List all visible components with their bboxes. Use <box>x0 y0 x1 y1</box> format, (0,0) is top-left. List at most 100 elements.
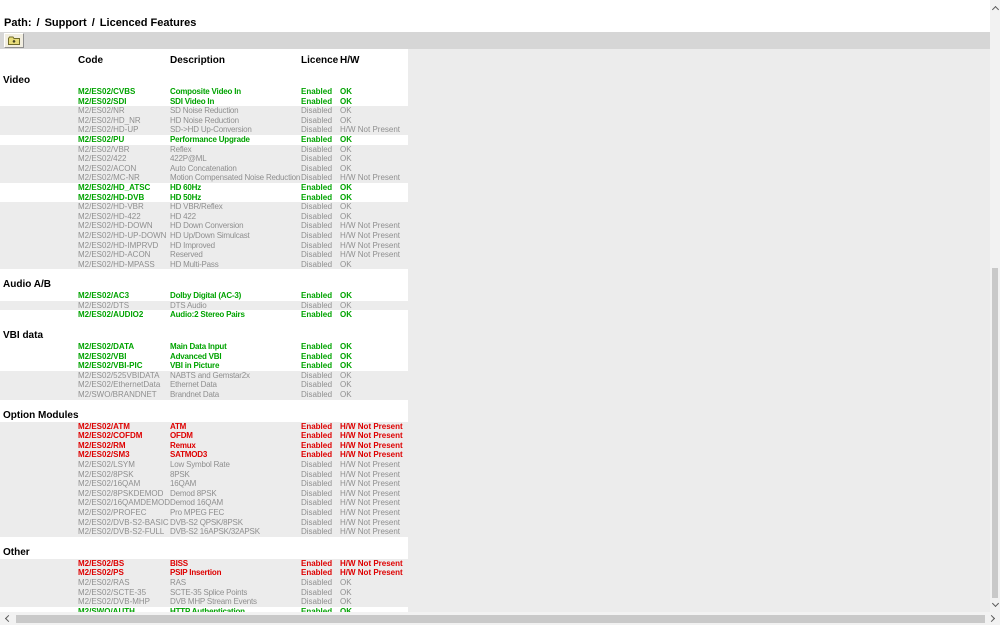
cell-lic: Disabled <box>301 527 332 537</box>
cell-code: M2/ES02/422 <box>78 154 126 164</box>
vertical-scrollbar[interactable] <box>990 0 1000 612</box>
cell-lic: Enabled <box>301 183 332 193</box>
header-licence: Licence <box>301 55 338 66</box>
breadcrumb-separator: / <box>92 17 95 29</box>
cell-hw: OK <box>340 380 352 390</box>
scroll-left-icon[interactable] <box>5 615 12 622</box>
cell-hw: OK <box>340 87 352 97</box>
cell-lic: Disabled <box>301 597 332 607</box>
cell-code: M2/ES02/EthernetData <box>78 380 160 390</box>
breadcrumb-item-support[interactable]: Support <box>45 17 87 29</box>
cell-desc: 422P@ML <box>170 154 207 164</box>
cell-hw: OK <box>340 202 352 212</box>
scroll-up-icon[interactable] <box>992 6 999 13</box>
cell-desc: Reflex <box>170 145 191 155</box>
cell-code: M2/ES02/HD-DVB <box>78 193 144 203</box>
features-table: Code Description Licence H/W VideoM2/ES0… <box>0 49 408 616</box>
cell-desc: HD 422 <box>170 212 196 222</box>
cell-code: M2/ES02/HD-VBR <box>78 202 144 212</box>
cell-desc: Motion Compensated Noise Reduction <box>170 173 300 183</box>
cell-desc: Ethernet Data <box>170 380 217 390</box>
cell-hw: OK <box>340 588 352 598</box>
table-row: M2/ES02/DVB-S2-BASICDVB-S2 QPSK/8PSKDisa… <box>0 518 408 528</box>
cell-lic: Disabled <box>301 202 332 212</box>
cell-code: M2/ES02/PU <box>78 135 124 145</box>
horizontal-scrollbar[interactable] <box>0 612 1000 625</box>
cell-desc: Auto Concatenation <box>170 164 237 174</box>
cell-hw: H/W Not Present <box>340 431 403 441</box>
cell-code: M2/ES02/8PSK <box>78 470 134 480</box>
cell-hw: OK <box>340 145 352 155</box>
cell-code: M2/ES02/COFDM <box>78 431 142 441</box>
cell-code: M2/ES02/LSYM <box>78 460 135 470</box>
table-row: M2/ES02/DTSDTS AudioDisabledOK <box>0 301 408 311</box>
breadcrumb-item-licenced-features[interactable]: Licenced Features <box>100 17 197 29</box>
cell-code: M2/ES02/16QAMDEMOD <box>78 498 170 508</box>
cell-code: M2/ES02/HD-UP-DOWN <box>78 231 166 241</box>
cell-desc: HD Down Conversion <box>170 221 243 231</box>
cell-hw: OK <box>340 301 352 311</box>
cell-hw: OK <box>340 193 352 203</box>
cell-desc: Advanced VBI <box>170 352 221 362</box>
cell-hw: H/W Not Present <box>340 231 400 241</box>
cell-hw: OK <box>340 116 352 126</box>
breadcrumb: Path:/Support/Licenced Features <box>4 17 201 29</box>
cell-lic: Disabled <box>301 498 332 508</box>
table-row: M2/ES02/16QAMDEMODDemod 16QAMDisabledH/W… <box>0 498 408 508</box>
cell-desc: DVB-S2 QPSK/8PSK <box>170 518 243 528</box>
table-row: M2/ES02/16QAM16QAMDisabledH/W Not Presen… <box>0 479 408 489</box>
cell-code: M2/ES02/HD-UP <box>78 125 138 135</box>
table-row: M2/ES02/DATAMain Data InputEnabledOK <box>0 342 408 352</box>
cell-lic: Enabled <box>301 361 332 371</box>
cell-desc: HD Up/Down Simulcast <box>170 231 250 241</box>
cell-lic: Disabled <box>301 578 332 588</box>
horizontal-scrollbar-thumb[interactable] <box>16 615 985 623</box>
cell-code: M2/ES02/BS <box>78 559 124 569</box>
cell-hw: H/W Not Present <box>340 527 400 537</box>
cell-lic: Enabled <box>301 450 332 460</box>
table-row: M2/ES02/DVB-S2-FULLDVB-S2 16APSK/32APSKD… <box>0 527 408 537</box>
table-row: M2/ES02/COFDMOFDMEnabledH/W Not Present <box>0 431 408 441</box>
cell-desc: Reserved <box>170 250 203 260</box>
vertical-scrollbar-thumb[interactable] <box>992 268 998 598</box>
cell-lic: Disabled <box>301 508 332 518</box>
cell-desc: SDI Video In <box>170 97 214 107</box>
cell-desc: Main Data Input <box>170 342 227 352</box>
cell-hw: H/W Not Present <box>340 489 400 499</box>
folder-up-button[interactable] <box>4 33 24 48</box>
cell-hw: OK <box>340 352 352 362</box>
table-row: M2/ES02/DVB-MHPDVB MHP Stream EventsDisa… <box>0 597 408 607</box>
cell-hw: OK <box>340 212 352 222</box>
licenced-features-page: Path:/Support/Licenced Features Code Des… <box>0 0 1000 625</box>
cell-desc: HD 60Hz <box>170 183 201 193</box>
cell-code: M2/ES02/HD-422 <box>78 212 141 222</box>
scroll-down-icon[interactable] <box>992 600 999 607</box>
cell-code: M2/ES02/DVB-S2-BASIC <box>78 518 169 528</box>
cell-lic: Disabled <box>301 221 332 231</box>
scroll-right-icon[interactable] <box>988 615 995 622</box>
cell-code: M2/ES02/ATM <box>78 422 130 432</box>
cell-code: M2/ES02/PS <box>78 568 124 578</box>
table-section: VideoM2/ES02/CVBSComposite Video InEnabl… <box>0 75 408 269</box>
cell-lic: Disabled <box>301 489 332 499</box>
cell-code: M2/ES02/HD-IMPRVD <box>78 241 158 251</box>
cell-code: M2/ES02/HD_ATSC <box>78 183 150 193</box>
cell-desc: SATMOD3 <box>170 450 207 460</box>
cell-desc: Remux <box>170 441 196 451</box>
cell-lic: Disabled <box>301 380 332 390</box>
cell-lic: Disabled <box>301 231 332 241</box>
table-row: M2/ES02/HD-UP-DOWN HD Up/Down Simulcast Di… <box>0 231 408 241</box>
cell-hw: OK <box>340 260 352 270</box>
table-row: M2/ES02/RMRemuxEnabledH/W Not Present <box>0 441 408 451</box>
cell-code: M2/ES02/AC3 <box>78 291 129 301</box>
table-row: M2/ES02/SDISDI Video InEnabledOK <box>0 97 408 107</box>
cell-desc: Pro MPEG FEC <box>170 508 224 518</box>
cell-hw: OK <box>340 342 352 352</box>
cell-code: M2/ES02/AUDIO2 <box>78 310 143 320</box>
cell-hw: H/W Not Present <box>340 460 400 470</box>
cell-code: M2/ES02/PROFEC <box>78 508 146 518</box>
cell-hw: OK <box>340 164 352 174</box>
table-row: M2/ES02/MC-NRMotion Compensated Noise Re… <box>0 173 408 183</box>
cell-hw: H/W Not Present <box>340 441 403 451</box>
header-description: Description <box>170 55 225 66</box>
